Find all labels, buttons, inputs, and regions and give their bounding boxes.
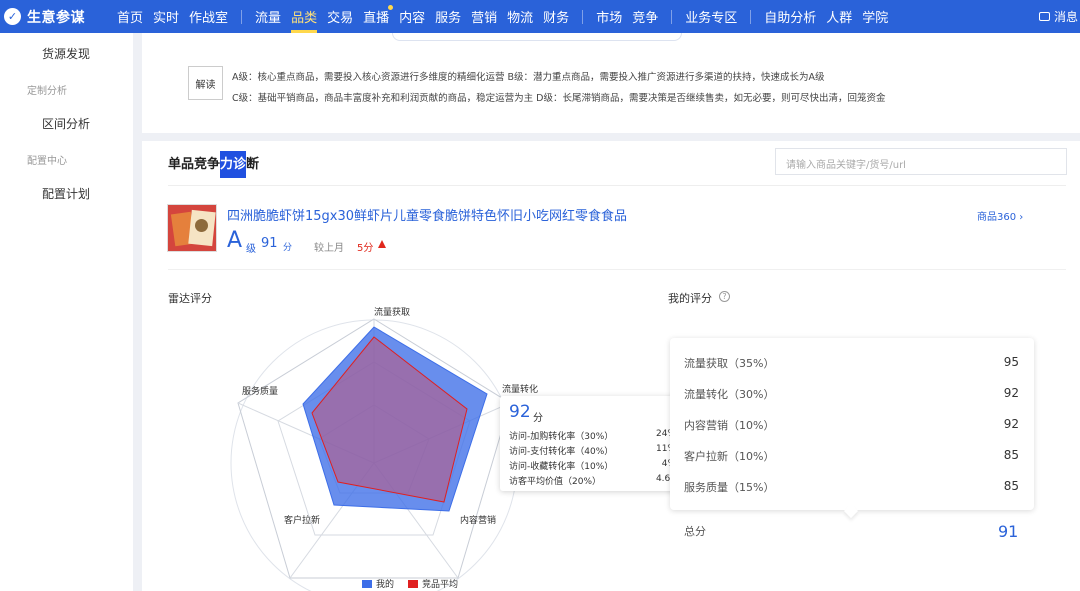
score-row-label: 内容营销（10%） bbox=[684, 419, 775, 432]
sidebar-group-custom-analysis: 定制分析 bbox=[27, 86, 67, 97]
nav-self-analysis[interactable]: 自助分析 bbox=[764, 0, 816, 33]
nav-divider bbox=[750, 9, 752, 24]
message-label: 消息 bbox=[1053, 10, 1078, 24]
nav-realtime[interactable]: 实时 bbox=[153, 0, 179, 33]
tooltip-row: 访客平均价值（20%） 4.62 bbox=[509, 474, 676, 487]
tooltip-row-label: 访问-收藏转化率（10%） bbox=[509, 462, 614, 472]
radar-axis-label: 服务质量 bbox=[242, 387, 279, 397]
sidebar: 货源发现 定制分析 区间分析 配置中心 配置计划 bbox=[0, 33, 133, 591]
score-row-value: 92 bbox=[1003, 386, 1019, 400]
nav-live-label: 直播 bbox=[363, 11, 390, 26]
grade-explain-line-1: A级：核心重点商品，需要投入核心资源进行多维度的精细化运营 B级：潜力重点商品，… bbox=[232, 72, 825, 83]
nav-live[interactable]: 直播 bbox=[363, 0, 394, 33]
nav-warroom[interactable]: 作战室 bbox=[189, 0, 228, 33]
tooltip-row-label: 访问-加购转化率（30%） bbox=[509, 432, 614, 442]
sidebar-group-config-center: 配置中心 bbox=[27, 156, 67, 167]
search-bar-edge bbox=[392, 33, 682, 41]
nav-content[interactable]: 内容 bbox=[399, 0, 425, 33]
legend-swatch-average bbox=[408, 579, 419, 588]
nav-divider bbox=[241, 9, 243, 24]
nav-divider bbox=[582, 9, 584, 24]
total-score-label: 总分 bbox=[684, 525, 706, 538]
total-score-value: 91 bbox=[998, 522, 1019, 541]
radar-axis-label: 流量转化 bbox=[502, 385, 539, 395]
score-row-label: 流量获取（35%） bbox=[684, 357, 775, 370]
legend-label-average[interactable]: 竞品平均 bbox=[422, 577, 458, 590]
grade-explain-card: 解读 A级：核心重点商品，需要投入核心资源进行多维度的精细化运营 B级：潜力重点… bbox=[142, 33, 1080, 133]
nav-competition[interactable]: 竞争 bbox=[632, 0, 658, 33]
nav-crowd[interactable]: 人群 bbox=[826, 0, 852, 33]
nav-category[interactable]: 品类 bbox=[291, 0, 318, 33]
score-row: 内容营销（10%） 92 bbox=[684, 417, 1019, 433]
nav-trade[interactable]: 交易 bbox=[327, 0, 353, 33]
nav-market[interactable]: 市场 bbox=[596, 0, 622, 33]
sidebar-item-source-discovery[interactable]: 货源发现 bbox=[42, 45, 90, 62]
score-row-label: 流量转化（30%） bbox=[684, 388, 775, 401]
grade-explain-line-2: C级：基础平销商品，商品丰富度补充和利润贡献的商品，稳定运营为主 D级：长尾滞销… bbox=[232, 93, 886, 104]
nav-business-zone[interactable]: 业务专区 bbox=[685, 0, 737, 33]
radar-axis-label: 流量获取 bbox=[374, 308, 411, 318]
score-row-label: 客户拉新（10%） bbox=[684, 450, 775, 463]
brand-name: 生意参谋 bbox=[27, 9, 85, 26]
sidebar-item-config-plan[interactable]: 配置计划 bbox=[42, 185, 90, 202]
brand[interactable]: ✓ 生意参谋 bbox=[0, 7, 112, 27]
score-row-value: 85 bbox=[1003, 448, 1019, 462]
explain-button[interactable]: 解读 bbox=[188, 66, 223, 100]
sidebar-item-range-analysis[interactable]: 区间分析 bbox=[42, 115, 90, 132]
tooltip-row-label: 访问-支付转化率（40%） bbox=[509, 447, 614, 457]
compass-icon: ✓ bbox=[4, 8, 21, 25]
score-breakdown-panel: 流量获取（35%） 95 流量转化（30%） 92 内容营销（10%） 92 客户拉新… bbox=[670, 338, 1034, 510]
score-row-label: 服务质量（15%） bbox=[684, 481, 775, 494]
score-row: 流量转化（30%） 92 bbox=[684, 386, 1019, 402]
product-diagnosis-card: 单品竞争力诊断 请输入商品关键字/货号/url 四洲脆脆虾饼15gx30鲜虾片儿… bbox=[142, 141, 1080, 591]
tooltip-row: 访问-加购转化率（30%） 24% bbox=[509, 429, 676, 442]
nav-home[interactable]: 首页 bbox=[117, 0, 143, 33]
message-button[interactable]: 消息 bbox=[1038, 0, 1080, 33]
nav-service[interactable]: 服务 bbox=[435, 0, 461, 33]
score-row-value: 92 bbox=[1003, 417, 1019, 431]
radar-tooltip: 92 分 访问-加购转化率（30%） 24% 访问-支付转化率（40%） 11% 访… bbox=[500, 396, 684, 491]
legend-label-mine[interactable]: 我的 bbox=[376, 577, 394, 590]
radar-axis-label: 客户拉新 bbox=[284, 516, 321, 526]
tooltip-row-label: 访客平均价值（20%） bbox=[509, 477, 602, 487]
score-row: 客户拉新（10%） 85 bbox=[684, 448, 1019, 464]
tooltip-row: 访问-收藏转化率（10%） 4% bbox=[509, 459, 676, 472]
tooltip-row: 访问-支付转化率（40%） 11% bbox=[509, 444, 676, 457]
nav-logistics[interactable]: 物流 bbox=[507, 0, 533, 33]
score-row-value: 95 bbox=[1003, 355, 1019, 369]
nav-finance[interactable]: 财务 bbox=[543, 0, 569, 33]
tooltip-unit: 分 bbox=[533, 413, 543, 424]
nav-marketing[interactable]: 营销 bbox=[471, 0, 497, 33]
nav-divider bbox=[671, 9, 673, 24]
mail-icon bbox=[1038, 12, 1050, 21]
top-nav: ✓ 生意参谋 首页 实时 作战室 流量 品类 交易 直播 内容 服务 营销 物流… bbox=[0, 0, 1080, 33]
nav-academy[interactable]: 学院 bbox=[862, 0, 888, 33]
score-row: 流量获取（35%） 95 bbox=[684, 355, 1019, 371]
radar-axis-label: 内容营销 bbox=[460, 516, 497, 526]
legend-swatch-mine bbox=[362, 579, 372, 588]
nav-traffic[interactable]: 流量 bbox=[255, 0, 281, 33]
score-row: 服务质量（15%） 85 bbox=[684, 479, 1019, 495]
notification-dot bbox=[388, 5, 394, 10]
radar-legend: 我的 竞品平均 bbox=[362, 577, 472, 590]
tooltip-score: 92 bbox=[509, 402, 531, 422]
score-row-value: 85 bbox=[1003, 479, 1019, 493]
